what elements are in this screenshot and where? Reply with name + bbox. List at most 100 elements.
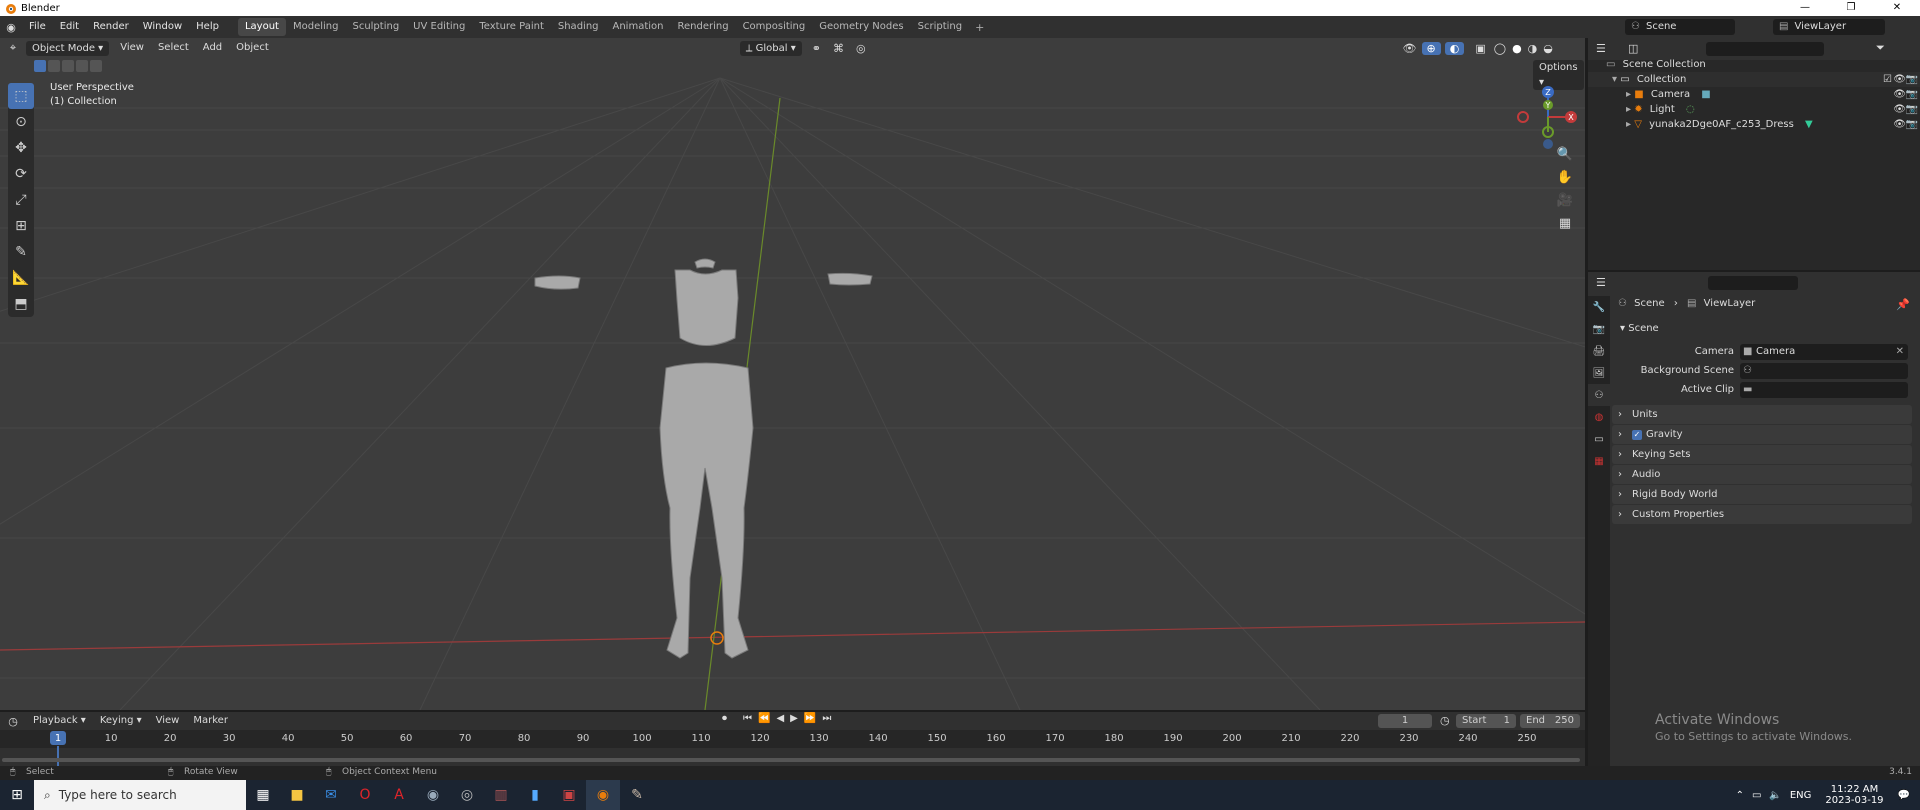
world-tab-icon[interactable]: ◍ <box>1588 406 1610 428</box>
texture-tab-icon[interactable]: ▦ <box>1588 450 1610 472</box>
tab-geometry-nodes[interactable]: Geometry Nodes <box>812 18 910 36</box>
transform-tool-icon[interactable]: ⊞ <box>8 213 34 239</box>
annotate-tool-icon[interactable]: ✎ <box>8 239 34 265</box>
filter-icon[interactable]: ⏷ <box>1876 41 1885 55</box>
scene-section-header[interactable]: ▾ Scene <box>1612 320 1912 338</box>
shading-material-icon[interactable]: ◑ <box>1525 42 1541 55</box>
tab-shading[interactable]: Shading <box>551 18 606 36</box>
scene-tab-icon[interactable]: ⚇ <box>1588 384 1610 406</box>
3d-viewport[interactable]: ⌖ Object Mode ▾ View Select Add Object ⟂… <box>0 38 1585 710</box>
record-icon[interactable]: ⏺ <box>722 713 727 724</box>
camera-field[interactable]: ■ Camera ✕ <box>1740 344 1908 360</box>
prev-keyframe-icon[interactable]: ⏪ <box>758 713 770 724</box>
app-icon[interactable]: ▮ <box>518 780 552 810</box>
clear-icon[interactable]: ✕ <box>1896 344 1904 360</box>
add-cube-tool-icon[interactable]: ⬒ <box>8 291 34 317</box>
viewport-menu-object[interactable]: Object <box>229 38 276 58</box>
snap-icon[interactable]: ⌘ <box>827 42 850 55</box>
ortho-grid-icon[interactable]: ▦ <box>1553 212 1577 234</box>
eye-icon[interactable]: 👁 <box>1893 102 1906 117</box>
next-keyframe-icon[interactable]: ⏩ <box>804 713 816 724</box>
timeline-scrollbar[interactable] <box>2 758 1580 762</box>
jump-end-icon[interactable]: ⏭ <box>822 713 831 724</box>
timeline-menu-keying[interactable]: Keying ▾ <box>93 711 149 731</box>
select-subtract-icon[interactable] <box>62 60 74 72</box>
panel-keying-sets[interactable]: › Keying Sets <box>1612 445 1912 464</box>
collection-tab-icon[interactable]: ▭ <box>1588 428 1610 450</box>
expand-icon[interactable]: ▸ <box>1626 104 1631 115</box>
shading-solid-icon[interactable]: ● <box>1509 42 1525 55</box>
pin-icon[interactable]: 📌 <box>1896 298 1910 311</box>
outliner-collection[interactable]: ▾ ▭ Collection ☑ 👁 📷 <box>1588 72 1920 87</box>
opera-icon[interactable]: O <box>348 780 382 810</box>
active-clip-field[interactable]: ▬ <box>1740 382 1908 398</box>
expand-icon[interactable]: ▸ <box>1626 89 1631 100</box>
timeline-menu-playback[interactable]: Playback ▾ <box>26 711 93 731</box>
mail-icon[interactable]: ✉ <box>314 780 348 810</box>
frame-ruler[interactable]: 1 10 20 30 40 50 60 70 80 90 100 110 120 130 140 150 160… <box>0 730 1585 748</box>
display-mode-icon[interactable]: ◫ <box>1628 42 1638 55</box>
outliner-editor-icon[interactable]: ☰ <box>1596 42 1606 55</box>
blender-taskbar-icon[interactable]: ◉ <box>586 780 620 810</box>
outliner-item-dress[interactable]: ▸ ▽ yunaka2Dge0AF_c253_Dress ▼ 👁 📷 <box>1588 117 1920 132</box>
tool-tab-icon[interactable]: 🔧 <box>1588 296 1610 318</box>
eye-icon[interactable]: 👁 <box>1893 117 1906 132</box>
tab-sculpting[interactable]: Sculpting <box>345 18 406 36</box>
shading-rendered-icon[interactable]: ◒ <box>1540 42 1556 55</box>
timeline-editor-icon[interactable]: ◷ <box>0 715 26 728</box>
viewport-menu-select[interactable]: Select <box>151 38 196 58</box>
scene-selector[interactable]: ⚇ Scene <box>1625 19 1735 35</box>
gizmo-toggle-icon[interactable]: ⊕ <box>1421 41 1441 55</box>
panel-custom-properties[interactable]: › Custom Properties <box>1612 505 1912 524</box>
tab-scripting[interactable]: Scripting <box>911 18 969 36</box>
view-layer-tab-icon[interactable]: 🖼 <box>1588 362 1610 384</box>
editor-type-icon[interactable]: ⌖ <box>0 41 26 55</box>
app-icon[interactable]: ◎ <box>450 780 484 810</box>
orientation-dropdown[interactable]: ⟂ Global ▾ <box>739 40 802 56</box>
viewport-menu-add[interactable]: Add <box>196 38 229 58</box>
select-new-icon[interactable] <box>34 60 46 72</box>
file-explorer-icon[interactable]: ■ <box>280 780 314 810</box>
close-icon[interactable]: ✕ <box>1874 0 1920 16</box>
end-frame-field[interactable]: End 250 <box>1520 714 1580 728</box>
menu-edit[interactable]: Edit <box>53 16 86 38</box>
play-icon[interactable]: ▶ <box>790 713 798 724</box>
menu-render[interactable]: Render <box>86 16 136 38</box>
output-tab-icon[interactable]: 🖨 <box>1588 340 1610 362</box>
app-icon[interactable]: ▣ <box>552 780 586 810</box>
camera-render-icon[interactable]: 📷 <box>1906 117 1918 132</box>
move-tool-icon[interactable]: ✥ <box>8 135 34 161</box>
visibility-icon[interactable]: 👁 <box>1398 42 1422 55</box>
play-reverse-icon[interactable]: ◀ <box>776 713 784 724</box>
timeline-menu-marker[interactable]: Marker <box>186 711 235 731</box>
overlay-toggle-icon[interactable]: ◐ <box>1444 41 1465 55</box>
zoom-icon[interactable]: 🔍 <box>1553 143 1577 165</box>
panel-units[interactable]: › Units <box>1612 405 1912 424</box>
tab-uv-editing[interactable]: UV Editing <box>406 18 472 36</box>
xray-icon[interactable]: ▣ <box>1470 42 1490 55</box>
tab-rendering[interactable]: Rendering <box>670 18 735 36</box>
add-workspace-icon[interactable]: + <box>969 21 990 34</box>
clock[interactable]: 11:22 AM 2023-03-19 <box>1825 784 1883 806</box>
properties-search-input[interactable] <box>1708 276 1798 290</box>
panel-rigid-body-world[interactable]: › Rigid Body World <box>1612 485 1912 504</box>
expand-icon[interactable]: ▸ <box>1626 119 1631 130</box>
viewport-menu-view[interactable]: View <box>113 38 151 58</box>
clock-icon[interactable]: ◷ <box>1440 714 1450 727</box>
menu-help[interactable]: Help <box>189 16 226 38</box>
camera-render-icon[interactable]: 📷 <box>1906 87 1918 102</box>
notifications-icon[interactable]: 💬 <box>1898 790 1910 801</box>
outliner-item-camera[interactable]: ▸ ■ Camera ■ 👁 📷 <box>1588 87 1920 102</box>
winrar-icon[interactable]: ▥ <box>484 780 518 810</box>
restore-icon[interactable]: ❐ <box>1828 0 1874 16</box>
menu-file[interactable]: File <box>22 16 53 38</box>
volume-icon[interactable]: 🔈 <box>1769 790 1781 801</box>
select-intersect-icon[interactable] <box>90 60 102 72</box>
viewlayer-selector[interactable]: ▤ ViewLayer <box>1773 19 1885 35</box>
select-extend-icon[interactable] <box>48 60 60 72</box>
render-tab-icon[interactable]: 📷 <box>1588 318 1610 340</box>
gravity-checkbox[interactable]: ✓ <box>1632 430 1642 440</box>
object-mode-dropdown[interactable]: Object Mode ▾ <box>26 40 110 56</box>
acrobat-icon[interactable]: A <box>382 780 416 810</box>
measure-tool-icon[interactable]: 📐 <box>8 265 34 291</box>
